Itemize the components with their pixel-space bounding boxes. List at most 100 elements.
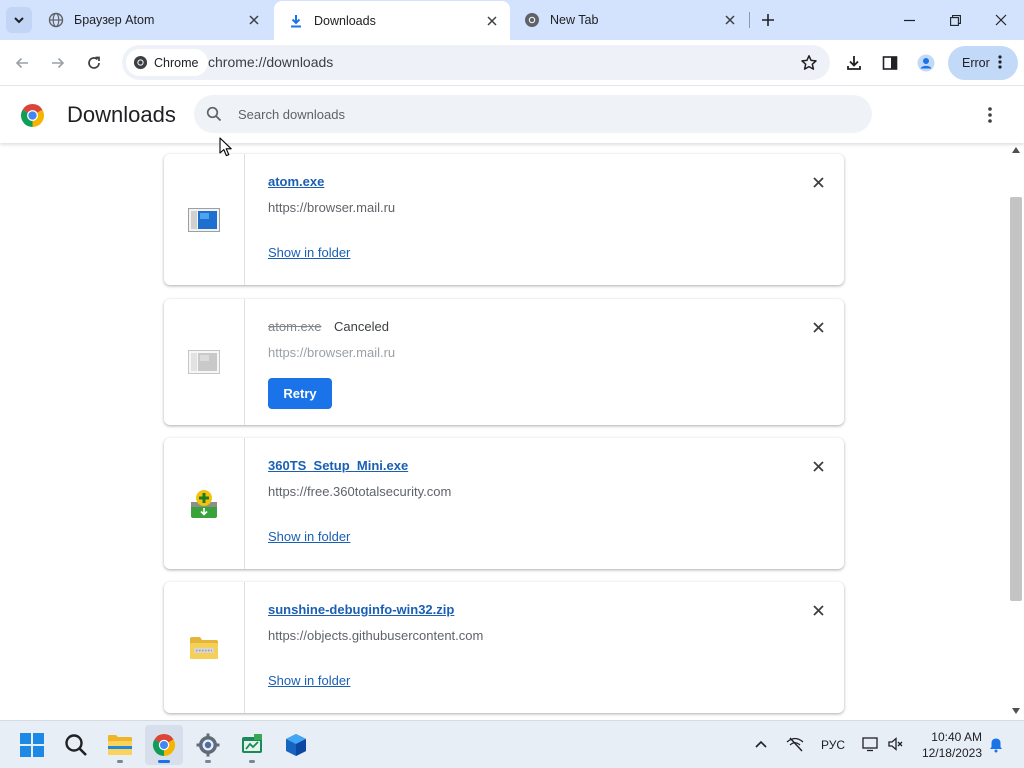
side-panel-button[interactable] xyxy=(874,47,906,79)
arrow-left-icon xyxy=(15,57,28,69)
downloads-button[interactable] xyxy=(838,47,870,79)
start-icon xyxy=(20,733,44,757)
file-name-link[interactable]: 360TS_Setup_Mini.exe xyxy=(268,458,408,473)
kebab-icon xyxy=(988,107,992,123)
kebab-icon xyxy=(998,54,1002,72)
taskbar-chrome[interactable] xyxy=(145,725,183,765)
remove-item-button[interactable] xyxy=(808,172,828,192)
search-input[interactable] xyxy=(238,95,838,133)
display-icon[interactable] xyxy=(862,736,878,752)
close-window-button[interactable] xyxy=(978,0,1024,40)
profile-button[interactable] xyxy=(910,47,942,79)
side-panel-icon xyxy=(882,56,898,70)
installer-icon xyxy=(191,489,217,518)
avatar-icon xyxy=(917,54,935,72)
close-tab-icon[interactable] xyxy=(244,10,264,30)
chrome-icon xyxy=(132,55,148,71)
running-indicator xyxy=(117,760,123,763)
forward-button[interactable] xyxy=(42,47,74,79)
retry-button[interactable]: Retry xyxy=(268,378,332,409)
minimize-button[interactable] xyxy=(886,0,932,40)
remove-item-button[interactable] xyxy=(808,456,828,476)
reload-button[interactable] xyxy=(78,47,110,79)
remove-item-button[interactable] xyxy=(808,600,828,620)
chip-label: Chrome xyxy=(154,55,199,70)
reload-icon xyxy=(88,56,100,69)
bookmark-button[interactable] xyxy=(796,50,822,76)
show-in-folder-link[interactable]: Show in folder xyxy=(268,529,350,544)
address-bar[interactable]: Chrome chrome://downloads xyxy=(122,45,830,80)
error-menu-button[interactable]: Error xyxy=(948,46,1018,80)
tab-browser-atom[interactable]: Браузер Atom xyxy=(34,0,272,40)
download-item: atom.exe Canceled https://browser.mail.r… xyxy=(164,299,844,425)
restore-button[interactable] xyxy=(932,0,978,40)
site-info-chip[interactable]: Chrome xyxy=(126,49,209,76)
clock-date: 12/18/2023 xyxy=(921,746,982,760)
source-url[interactable]: https://objects.githubusercontent.com xyxy=(268,628,483,643)
close-icon xyxy=(812,460,824,472)
language-indicator[interactable]: РУС xyxy=(821,738,845,752)
downloads-header: Downloads xyxy=(0,87,1024,143)
downloads-list: atom.exe https://browser.mail.ru Show in… xyxy=(0,143,1008,720)
chevron-up-icon[interactable] xyxy=(754,739,768,749)
file-icon-cell xyxy=(164,299,245,425)
scrollbar-thumb[interactable] xyxy=(1010,197,1022,601)
browser-toolbar: Chrome chrome://downloads Error xyxy=(0,40,1024,86)
minimize-icon xyxy=(903,19,915,21)
new-tab-button[interactable] xyxy=(757,9,779,31)
file-name-link[interactable]: atom.exe xyxy=(268,174,324,189)
source-url[interactable]: https://browser.mail.ru xyxy=(268,345,395,360)
globe-icon xyxy=(48,12,64,28)
close-icon xyxy=(812,321,824,333)
tab-new-tab[interactable]: New Tab xyxy=(510,0,748,40)
error-label: Error xyxy=(962,56,990,70)
taskbar-box-app[interactable] xyxy=(277,725,315,765)
remove-item-button[interactable] xyxy=(808,317,828,337)
system-clock[interactable]: 10:40 AM 12/18/2023 xyxy=(912,729,982,761)
tab-title: New Tab xyxy=(550,13,599,27)
tab-title: Downloads xyxy=(314,13,376,28)
box-app-icon xyxy=(286,734,306,756)
more-actions-button[interactable] xyxy=(978,103,1002,127)
search-icon xyxy=(65,734,87,756)
tab-downloads[interactable]: Downloads xyxy=(274,1,510,40)
running-indicator xyxy=(158,760,170,763)
taskbar-file-explorer[interactable] xyxy=(101,725,139,765)
chrome-icon xyxy=(152,734,176,756)
show-in-folder-link[interactable]: Show in folder xyxy=(268,673,350,688)
settings-icon xyxy=(196,733,220,757)
file-name-link[interactable]: sunshine-debuginfo-win32.zip xyxy=(268,602,454,617)
zip-folder-icon xyxy=(190,636,218,659)
file-name-text: atom.exe xyxy=(268,319,322,334)
taskbar-search-button[interactable] xyxy=(57,725,95,765)
vertical-scrollbar[interactable] xyxy=(1008,143,1024,720)
running-indicator xyxy=(249,760,255,763)
scroll-up-arrow-icon[interactable] xyxy=(1012,147,1020,153)
taskbar-app[interactable] xyxy=(233,725,271,765)
taskbar-settings[interactable] xyxy=(189,725,227,765)
notification-bell-icon[interactable] xyxy=(988,737,1004,753)
back-button[interactable] xyxy=(6,47,38,79)
speaker-muted-icon[interactable] xyxy=(887,736,903,752)
download-status: Canceled xyxy=(334,319,389,334)
download-icon xyxy=(288,13,304,29)
chrome-icon xyxy=(524,12,540,28)
url-text[interactable]: chrome://downloads xyxy=(208,54,333,70)
network-disconnected-icon[interactable] xyxy=(786,736,804,752)
chrome-logo-icon xyxy=(21,104,44,127)
close-tab-icon[interactable] xyxy=(720,10,740,30)
search-box[interactable] xyxy=(194,95,872,133)
source-url[interactable]: https://free.360totalsecurity.com xyxy=(268,484,451,499)
show-in-folder-link[interactable]: Show in folder xyxy=(268,245,350,260)
search-icon xyxy=(206,106,222,122)
mouse-cursor-icon xyxy=(219,137,232,157)
running-indicator xyxy=(205,760,211,763)
close-tab-icon[interactable] xyxy=(482,11,502,31)
app-icon xyxy=(242,734,262,753)
tab-search-button[interactable] xyxy=(6,7,32,33)
app-window-icon xyxy=(188,207,220,232)
download-item: 360TS_Setup_Mini.exe https://free.360tot… xyxy=(164,438,844,569)
scroll-down-arrow-icon[interactable] xyxy=(1012,708,1020,714)
source-url[interactable]: https://browser.mail.ru xyxy=(268,200,395,215)
start-button[interactable] xyxy=(13,725,51,765)
